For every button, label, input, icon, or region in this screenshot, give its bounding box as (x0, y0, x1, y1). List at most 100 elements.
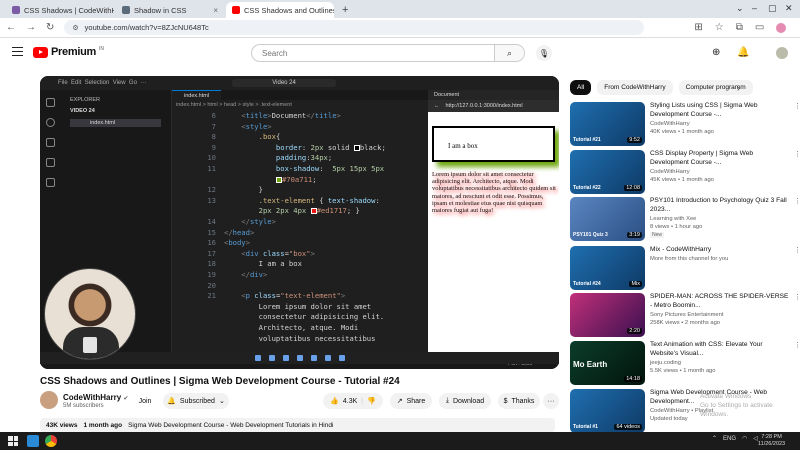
playlist-thumbnail[interactable]: Tutorial #1 64 videos (570, 389, 645, 433)
code-line: <style> (224, 121, 272, 131)
video-title: CSS Shadows and Outlines | Sigma Web Dev… (40, 376, 400, 387)
chevron-up-icon[interactable]: ⌃ (712, 435, 717, 442)
create-video-icon[interactable]: ⊕ (712, 47, 720, 58)
maximize-icon[interactable]: ▢ (768, 3, 777, 14)
browser-tab-1[interactable]: CSS Shadows | CodeWithHarry × (6, 2, 114, 18)
recommendation-title[interactable]: Mix - CodeWithHarry (650, 246, 790, 255)
chevron-down-icon[interactable]: ⌄ (736, 3, 744, 14)
microphone-icon[interactable]: 🎙 (536, 45, 552, 61)
chip-computer-programming[interactable]: Computer programm (678, 80, 753, 95)
site-info-icon[interactable]: ⚙ (72, 24, 78, 32)
subscribed-button[interactable]: 🔔 Subscribed ⌄ (163, 393, 229, 409)
code-line: I am a box (224, 259, 302, 269)
explorer-folder: VIDEO 24 (70, 108, 95, 114)
share-button[interactable]: ↗ Share (390, 393, 432, 409)
notifications-bell-icon[interactable]: 🔔 (737, 47, 749, 58)
video-thumbnail[interactable]: Mo Earth 14:18 (570, 341, 645, 385)
code-line: </div> (224, 270, 268, 279)
code-line: #70a711; (224, 175, 317, 186)
close-icon[interactable]: × (213, 6, 218, 15)
recommendation-title[interactable]: SPIDER-MAN: ACROSS THE SPIDER-VERSE - Me… (650, 293, 790, 310)
forward-icon[interactable]: → (26, 22, 36, 33)
search-input[interactable] (252, 45, 494, 61)
code-line: .box{ (224, 132, 281, 142)
vscode-app-icon[interactable] (27, 435, 39, 447)
tray-language[interactable]: ENG (723, 436, 736, 442)
hamburger-menu-icon[interactable] (12, 47, 23, 56)
dislike-icon[interactable]: 👎 (367, 397, 376, 405)
video-thumbnail[interactable]: Tutorial #21 9:52 (570, 102, 645, 146)
like-count[interactable]: 4.3K (343, 398, 357, 405)
more-options-icon[interactable]: ⋮ (794, 341, 800, 349)
browser-tab-3[interactable]: CSS Shadows and Outlines × (226, 2, 334, 18)
video-thumbnail[interactable]: Tutorial #22 12:08 (570, 150, 645, 194)
verified-icon: ✔ (123, 396, 129, 402)
recommendation-item[interactable]: 2:20 SPIDER-MAN: ACROSS THE SPIDER-VERSE… (570, 293, 800, 339)
extensions-icon[interactable]: ⧉ (736, 22, 743, 33)
more-options-icon[interactable]: ⋮ (794, 246, 800, 254)
back-icon[interactable]: ← (6, 22, 16, 33)
line-number: 14 (207, 217, 216, 226)
youtube-logo[interactable]: Premium IN (33, 46, 104, 58)
code-line: .text-element { text-shadow: (224, 195, 380, 205)
chip-all[interactable]: All (570, 80, 592, 95)
live-preview-panel: Document ← http://127.0.0.1:3000/index.ht… (428, 90, 559, 358)
channel-name[interactable]: CodeWithHarry ✔ (63, 393, 128, 402)
url-field[interactable]: ⚙ youtube.com/watch?v=8ZJcNU648Tc (64, 20, 645, 35)
more-options-icon[interactable]: ⋮ (794, 293, 800, 301)
tab-favicon (12, 6, 20, 14)
search-icon[interactable]: ⌕ (494, 45, 524, 61)
tab-label: CSS Shadows and Outlines (244, 5, 334, 15)
account-avatar[interactable] (776, 47, 788, 59)
chrome-app-icon[interactable] (45, 435, 57, 447)
duration-badge: 2:20 (627, 328, 642, 334)
sidebar-icon[interactable]: ▭ (755, 22, 764, 33)
channel-avatar[interactable] (40, 391, 58, 409)
recommendation-title[interactable]: Text Animation with CSS: Elevate Your We… (650, 341, 790, 358)
like-icon[interactable]: 👍 (330, 397, 339, 405)
system-clock[interactable]: 7:28 PM 11/26/2023 (758, 434, 785, 448)
run-debug-icon (46, 158, 55, 167)
share-icon: ↗ (396, 398, 403, 405)
video-thumbnail[interactable]: 2:20 (570, 293, 645, 337)
minimize-icon[interactable]: – (752, 3, 757, 13)
more-options-icon[interactable]: ⋮ (794, 150, 800, 158)
more-options-icon[interactable]: ⋮ (794, 102, 800, 110)
code-line: <div class="box"> (224, 248, 315, 258)
recommendation-item[interactable]: Tutorial #24 Mix Mix - CodeWithHarry Mor… (570, 246, 800, 292)
profile-avatar[interactable] (776, 22, 787, 33)
video-thumbnail[interactable]: PSY101 Quiz 3 3:19 (570, 197, 645, 241)
video-description[interactable]: 43K views 1 month ago Sigma Web Developm… (40, 418, 555, 432)
mix-thumbnail[interactable]: Tutorial #24 Mix (570, 246, 645, 290)
chevron-down-icon: ⌄ (218, 398, 225, 405)
recommendation-title[interactable]: CSS Display Property | Sigma Web Develop… (650, 150, 790, 167)
browser-tab-2[interactable]: Shadow in CSS × (116, 2, 224, 18)
filter-chips: All From CodeWithHarry Computer programm (570, 80, 753, 95)
recommendation-item[interactable]: Tutorial #22 12:08 CSS Display Property … (570, 150, 800, 196)
more-options-icon[interactable]: ⋮ (794, 197, 800, 205)
recommendation-item[interactable]: PSY101 Quiz 3 3:19 PSY101 Introduction t… (570, 197, 800, 243)
bookmark-star-icon[interactable]: ☆ (715, 22, 724, 33)
line-number: 11 (207, 164, 216, 173)
chevron-right-icon[interactable]: › (737, 83, 740, 93)
back-icon: ← (434, 103, 440, 109)
reload-icon[interactable]: ↻ (46, 22, 54, 33)
download-button[interactable]: ⤓ Download (439, 393, 491, 409)
new-badge: New (650, 232, 665, 238)
thanks-button[interactable]: $ Thanks (498, 393, 540, 409)
line-number: 16 (207, 238, 216, 248)
new-tab-button[interactable]: + (336, 4, 354, 18)
code-line: Lorem ipsum dolor sit amet (224, 301, 372, 311)
install-icon[interactable]: ⊞ (694, 22, 702, 33)
recommendation-title[interactable]: PSY101 Introduction to Psychology Quiz 3… (650, 197, 790, 214)
join-button[interactable]: Join (132, 393, 158, 409)
close-window-icon[interactable]: ✕ (785, 3, 793, 14)
recommendation-title[interactable]: Styling Lists using CSS | Sigma Web Deve… (650, 102, 790, 119)
wifi-icon[interactable]: ◠ (742, 435, 747, 442)
chip-from-channel[interactable]: From CodeWithHarry (597, 80, 673, 95)
bell-icon: 🔔 (167, 398, 176, 405)
recommendation-item[interactable]: Tutorial #21 9:52 Styling Lists using CS… (570, 102, 800, 148)
more-actions-icon[interactable]: ··· (543, 393, 559, 409)
windows-start-icon[interactable] (8, 436, 18, 446)
recommendation-item[interactable]: Mo Earth 14:18 Text Animation with CSS: … (570, 341, 800, 387)
